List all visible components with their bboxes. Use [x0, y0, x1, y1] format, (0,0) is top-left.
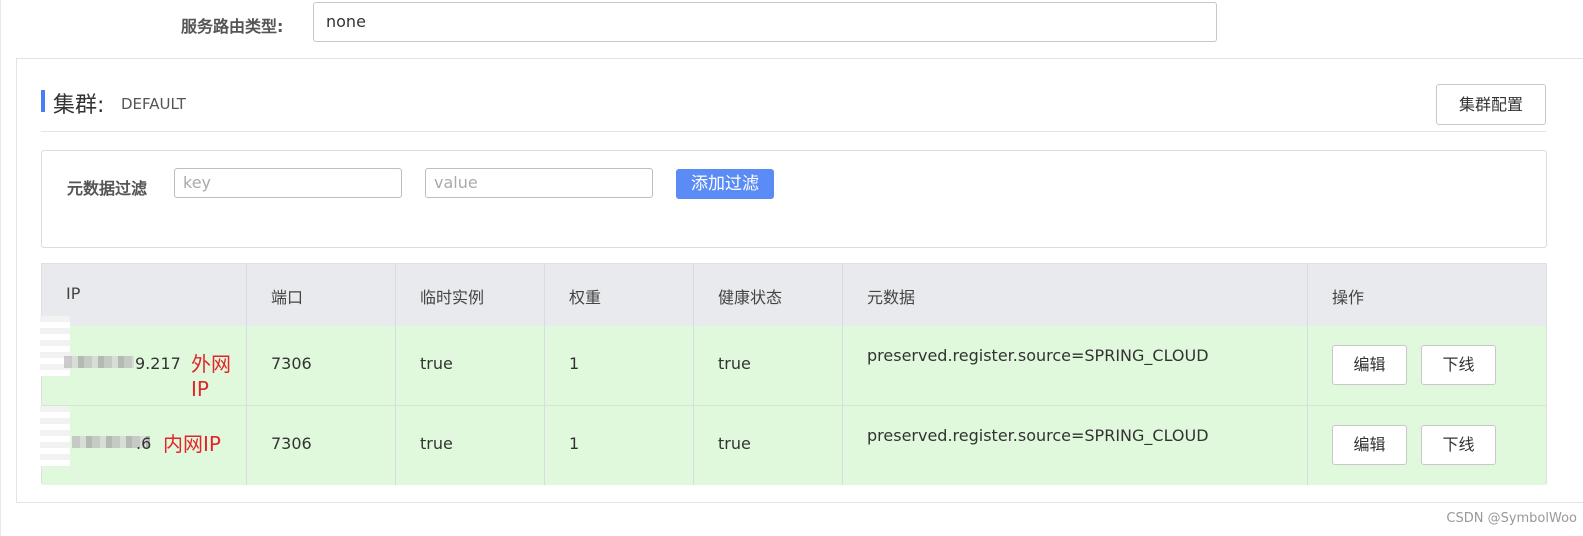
- header-health-text: 健康状态: [718, 288, 783, 307]
- port-text: 7306: [271, 434, 312, 453]
- weight-text: 1: [569, 354, 580, 373]
- table-row: 9.217 外网IP 7306 true 1 true preserved.re…: [40, 316, 1546, 405]
- ip-suffix: .6: [136, 434, 152, 453]
- filter-value-input[interactable]: value: [425, 168, 653, 198]
- actions-cell: 编辑 下线: [1308, 406, 1546, 485]
- header-cell-health: 健康状态: [694, 264, 843, 326]
- weight-cell: 1: [545, 406, 694, 485]
- instance-table: IP 端口 临时实例 权重 健康状态 元数据 操作 9.217 外网IP 730…: [40, 263, 1547, 485]
- metadata-text: preserved.register.source=SPRING_CLOUD: [867, 426, 1209, 445]
- title-accent-bar: [41, 90, 45, 112]
- offline-button[interactable]: 下线: [1421, 345, 1496, 385]
- table-header-row: IP 端口 临时实例 权重 健康状态 元数据 操作: [42, 264, 1546, 326]
- header-divider: [41, 131, 1546, 132]
- port-text: 7306: [271, 354, 312, 373]
- ephemeral-cell: true: [396, 406, 545, 485]
- weight-cell: 1: [545, 326, 694, 405]
- header-cell-weight: 权重: [545, 264, 694, 326]
- header-metadata-text: 元数据: [867, 288, 916, 307]
- metadata-filter-label: 元数据过滤: [67, 179, 148, 198]
- health-text: true: [718, 354, 751, 373]
- offline-button[interactable]: 下线: [1421, 425, 1496, 465]
- ephemeral-text: true: [420, 354, 453, 373]
- route-type-label: 服务路由类型:: [181, 17, 284, 36]
- ip-cell: .6 内网IP: [40, 406, 247, 485]
- header-cell-actions: 操作: [1308, 264, 1546, 326]
- watermark: CSDN @SymbolWoo: [1446, 511, 1577, 526]
- header-actions-text: 操作: [1332, 288, 1365, 307]
- metadata-filter-panel: 元数据过滤 key value 添加过滤: [41, 150, 1547, 248]
- edit-button[interactable]: 编辑: [1332, 345, 1407, 385]
- metadata-cell: preserved.register.source=SPRING_CLOUD: [843, 326, 1308, 405]
- add-filter-button[interactable]: 添加过滤: [676, 169, 774, 199]
- header-cell-port: 端口: [247, 264, 396, 326]
- health-text: true: [718, 434, 751, 453]
- page-left-border: [0, 0, 1, 536]
- header-cell-ip: IP: [42, 264, 247, 326]
- ephemeral-cell: true: [396, 326, 545, 405]
- filter-key-input[interactable]: key: [174, 168, 402, 198]
- header-cell-metadata: 元数据: [843, 264, 1308, 326]
- metadata-text: preserved.register.source=SPRING_CLOUD: [867, 346, 1209, 365]
- ip-annotation: 外网IP: [191, 352, 231, 401]
- ip-cell: 9.217 外网IP: [40, 316, 247, 405]
- cluster-title: 集群:: [53, 93, 105, 118]
- cluster-card: 集群: DEFAULT 集群配置 元数据过滤 key value 添加过滤 IP…: [16, 58, 1583, 503]
- health-cell: true: [694, 406, 843, 485]
- actions-cell: 编辑 下线: [1308, 326, 1546, 405]
- metadata-cell: preserved.register.source=SPRING_CLOUD: [843, 406, 1308, 485]
- table-row: .6 内网IP 7306 true 1 true preserved.regis…: [40, 405, 1546, 485]
- ephemeral-text: true: [420, 434, 453, 453]
- route-type-input[interactable]: none: [313, 2, 1217, 42]
- port-cell: 7306: [247, 406, 396, 485]
- header-ip-text: IP: [66, 284, 81, 303]
- ip-redaction: [64, 356, 134, 368]
- port-cell: 7306: [247, 326, 396, 405]
- ip-annotation: 内网IP: [163, 432, 221, 456]
- health-cell: true: [694, 326, 843, 405]
- weight-text: 1: [569, 434, 580, 453]
- header-weight-text: 权重: [569, 288, 602, 307]
- edit-button[interactable]: 编辑: [1332, 425, 1407, 465]
- redaction-mosaic: [40, 406, 70, 466]
- ip-suffix: 9.217: [135, 354, 181, 373]
- header-cell-ephemeral: 临时实例: [396, 264, 545, 326]
- cluster-header: 集群: DEFAULT 集群配置: [41, 84, 1546, 131]
- cluster-config-button[interactable]: 集群配置: [1436, 84, 1546, 125]
- cluster-name: DEFAULT: [121, 95, 186, 113]
- header-port-text: 端口: [271, 288, 304, 307]
- service-route-row: 服务路由类型: none: [0, 0, 1583, 56]
- header-ephemeral-text: 临时实例: [420, 288, 485, 307]
